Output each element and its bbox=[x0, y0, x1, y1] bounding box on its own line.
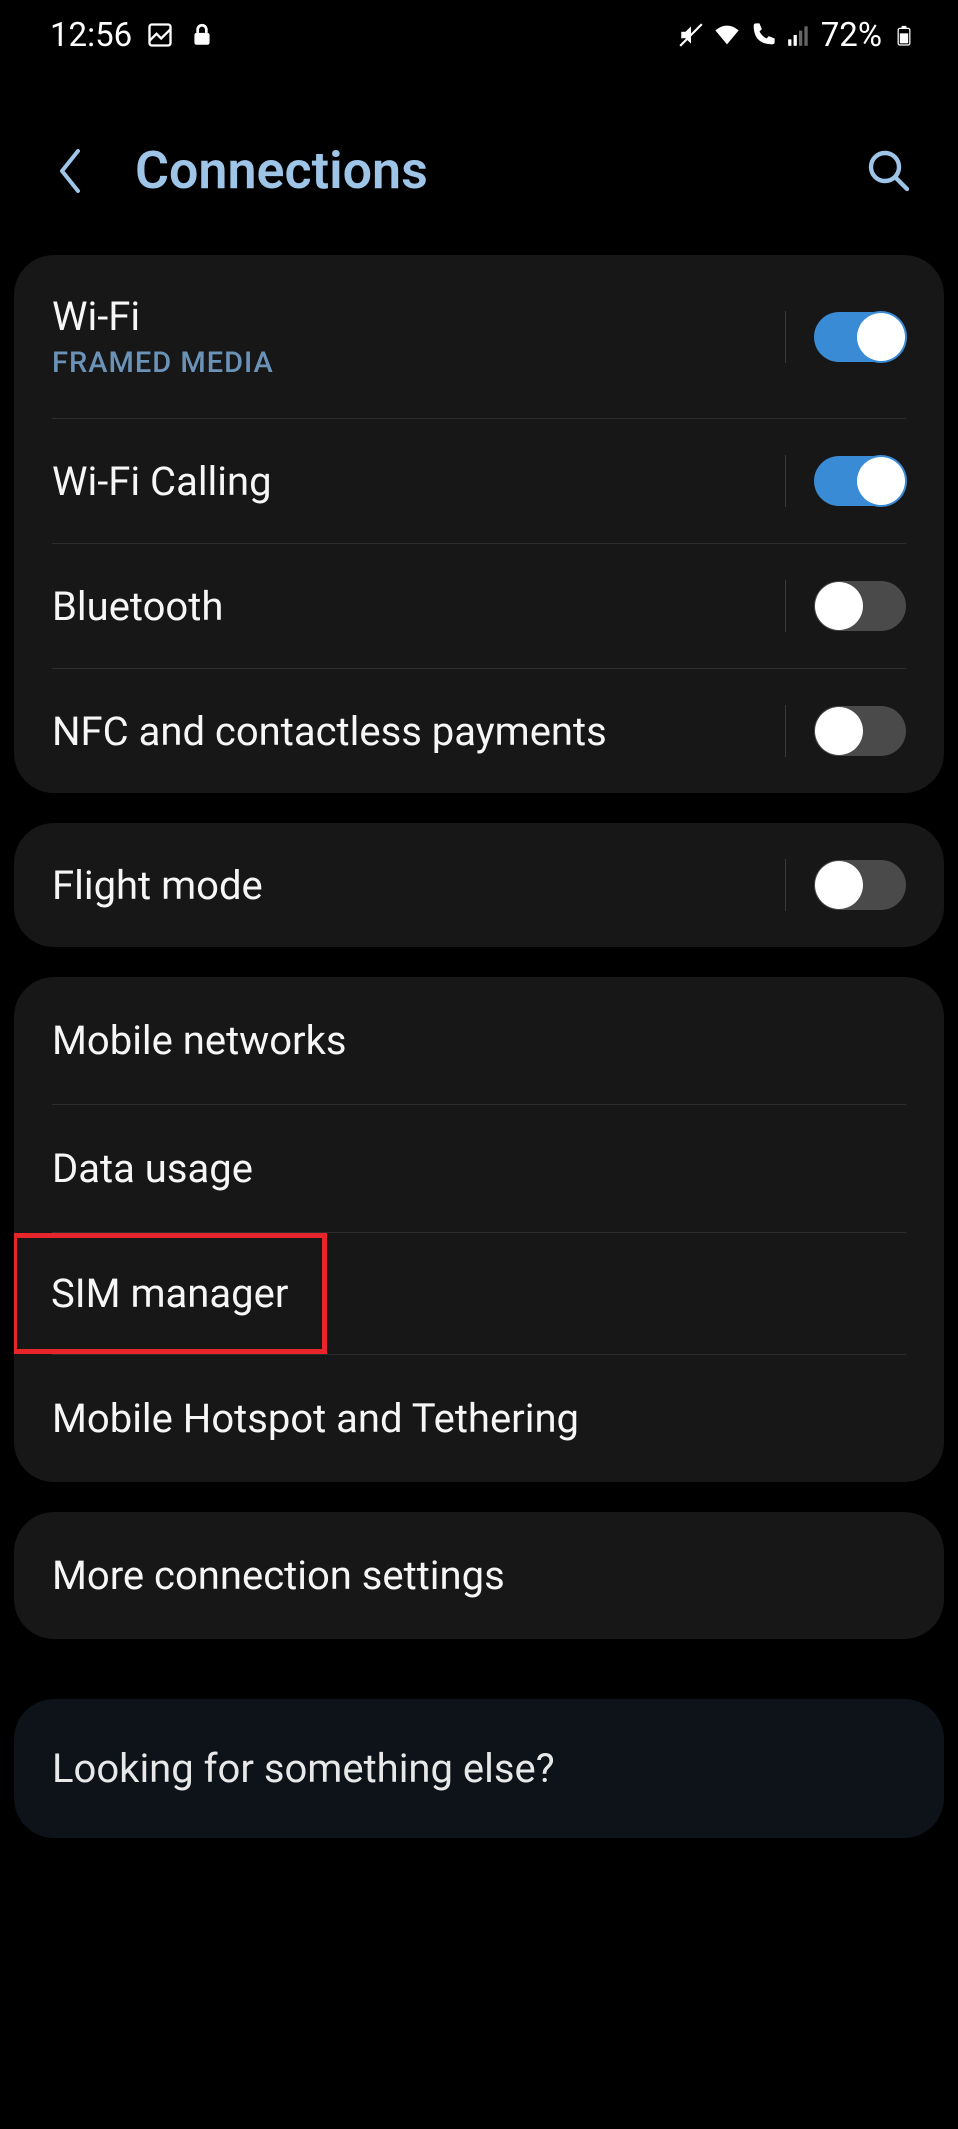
row-title: Wi-Fi Calling bbox=[52, 458, 767, 505]
row-title: Mobile Hotspot and Tethering bbox=[52, 1395, 906, 1442]
row-content: SIM manager bbox=[51, 1270, 288, 1317]
row-content: Data usage bbox=[52, 1145, 906, 1192]
setting-row-bluetooth[interactable]: Bluetooth bbox=[14, 544, 944, 668]
row-content: Wi-Fi FRAMED MEDIA bbox=[52, 293, 767, 380]
search-button[interactable] bbox=[865, 147, 913, 195]
setting-row-nfc[interactable]: NFC and contactless payments bbox=[14, 669, 944, 793]
row-content: More connection settings bbox=[52, 1552, 906, 1599]
setting-row-sim-manager[interactable]: SIM manager bbox=[14, 1233, 327, 1354]
vertical-divider bbox=[785, 455, 786, 507]
setting-row-wifi-calling[interactable]: Wi-Fi Calling bbox=[14, 419, 944, 543]
page-header: Connections bbox=[0, 70, 958, 241]
page-title: Connections bbox=[135, 140, 815, 201]
row-title: More connection settings bbox=[52, 1552, 906, 1599]
row-title: Data usage bbox=[52, 1145, 906, 1192]
settings-card: Wi-Fi FRAMED MEDIA Wi-Fi Calling Bluetoo… bbox=[14, 255, 944, 793]
mute-vibrate-icon bbox=[677, 21, 705, 49]
wifi-calling-toggle[interactable] bbox=[814, 456, 906, 506]
settings-card: Mobile networks Data usage SIM manager M… bbox=[14, 977, 944, 1482]
setting-row-more-connection[interactable]: More connection settings bbox=[14, 1512, 944, 1639]
row-subtitle: FRAMED MEDIA bbox=[52, 346, 767, 380]
status-left: 12:56 bbox=[50, 16, 216, 55]
settings-card: More connection settings bbox=[14, 1512, 944, 1639]
wifi-calling-icon bbox=[749, 21, 777, 49]
bluetooth-toggle[interactable] bbox=[814, 581, 906, 631]
row-content: NFC and contactless payments bbox=[52, 708, 767, 755]
battery-icon bbox=[890, 21, 918, 49]
row-content: Wi-Fi Calling bbox=[52, 458, 767, 505]
status-right: 72% bbox=[677, 16, 918, 55]
row-title: NFC and contactless payments bbox=[52, 708, 767, 755]
nfc-toggle[interactable] bbox=[814, 706, 906, 756]
setting-row-hotspot[interactable]: Mobile Hotspot and Tethering bbox=[14, 1355, 944, 1482]
vertical-divider bbox=[785, 580, 786, 632]
back-button[interactable] bbox=[55, 147, 85, 195]
flight-mode-toggle[interactable] bbox=[814, 860, 906, 910]
row-content: Flight mode bbox=[52, 862, 767, 909]
row-content: Mobile Hotspot and Tethering bbox=[52, 1395, 906, 1442]
footer-row: Looking for something else? bbox=[14, 1699, 944, 1838]
wifi-toggle[interactable] bbox=[814, 312, 906, 362]
image-icon bbox=[146, 21, 174, 49]
setting-row-mobile-networks[interactable]: Mobile networks bbox=[14, 977, 944, 1104]
vertical-divider bbox=[785, 311, 786, 363]
lock-icon bbox=[188, 21, 216, 49]
battery-percentage: 72% bbox=[821, 16, 882, 55]
row-content: Bluetooth bbox=[52, 583, 767, 630]
row-title: Bluetooth bbox=[52, 583, 767, 630]
row-title: Mobile networks bbox=[52, 1017, 906, 1064]
settings-card: Flight mode bbox=[14, 823, 944, 947]
setting-row-data-usage[interactable]: Data usage bbox=[14, 1105, 944, 1232]
vertical-divider bbox=[785, 859, 786, 911]
wifi-icon bbox=[713, 21, 741, 49]
signal-icon bbox=[785, 21, 813, 49]
status-bar: 12:56 72% bbox=[0, 0, 958, 70]
setting-row-wifi[interactable]: Wi-Fi FRAMED MEDIA bbox=[14, 255, 944, 418]
row-title: SIM manager bbox=[51, 1270, 288, 1317]
setting-row-flight-mode[interactable]: Flight mode bbox=[14, 823, 944, 947]
row-title: Wi-Fi bbox=[52, 293, 767, 340]
row-title: Flight mode bbox=[52, 862, 767, 909]
vertical-divider bbox=[785, 705, 786, 757]
row-content: Mobile networks bbox=[52, 1017, 906, 1064]
footer-card[interactable]: Looking for something else? bbox=[14, 1699, 944, 1838]
footer-text: Looking for something else? bbox=[52, 1745, 555, 1792]
status-time: 12:56 bbox=[50, 16, 132, 55]
